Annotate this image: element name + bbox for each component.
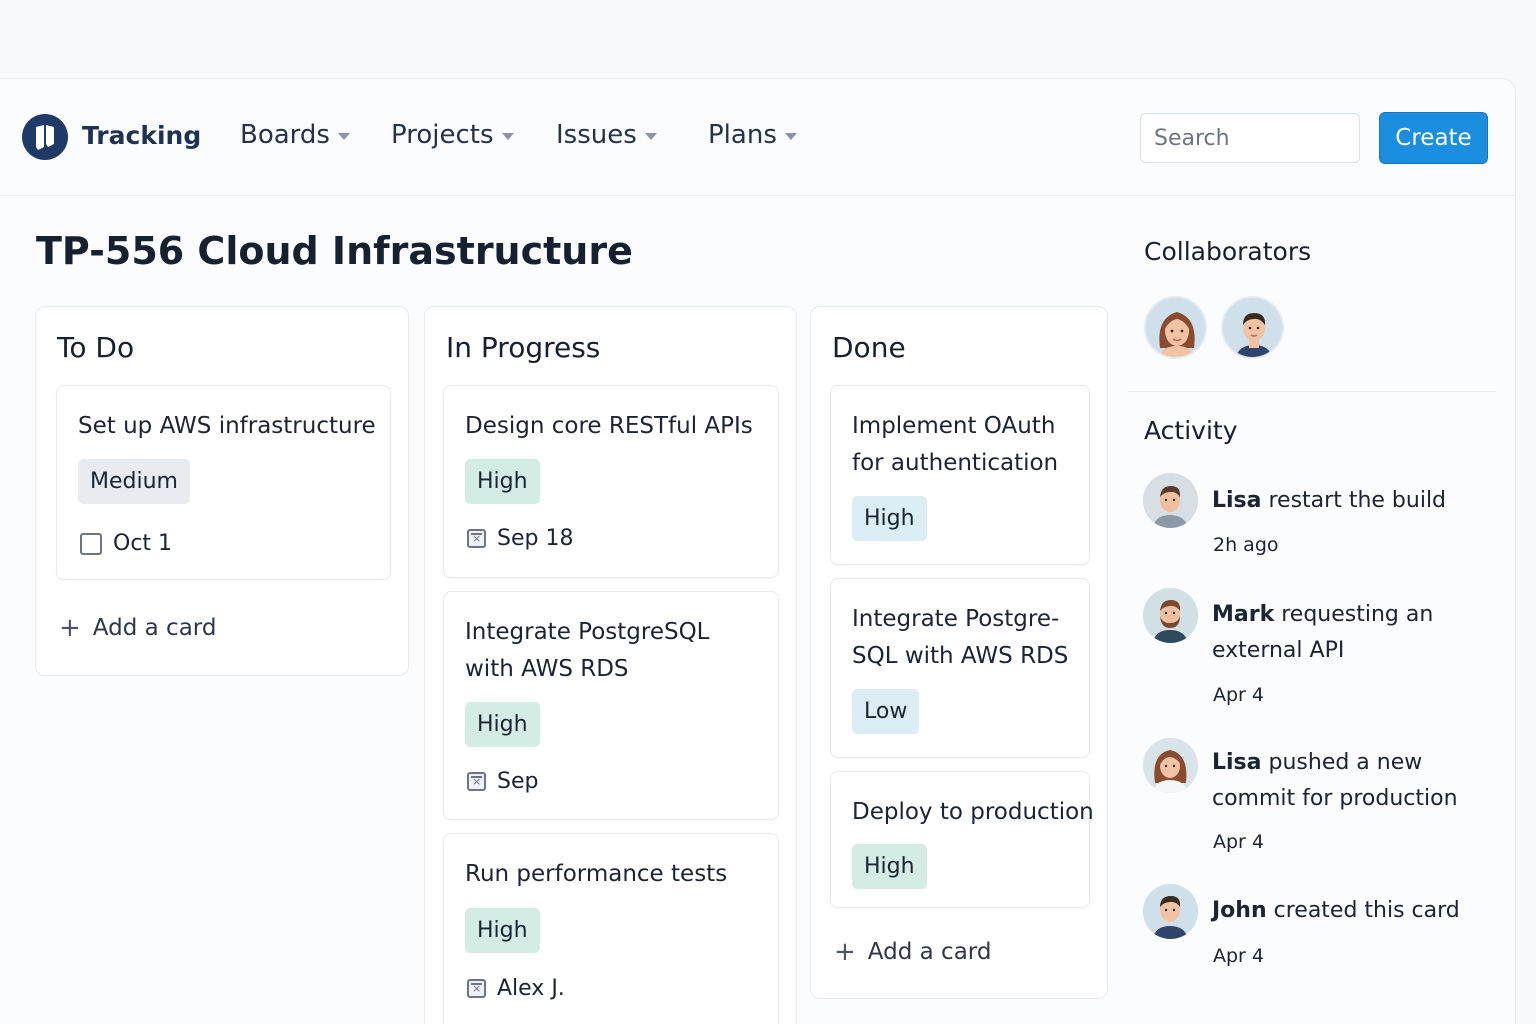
- activity-user: Lisa: [1212, 750, 1262, 775]
- app-frame: Tracking Boards Projects Issues Plans Cr…: [0, 78, 1516, 1024]
- card-meta: Sep 18: [467, 526, 573, 551]
- card-implement-oauth[interactable]: Implement OAuth for authentication High: [830, 385, 1090, 565]
- man-avatar[interactable]: [1221, 296, 1284, 359]
- card-title: Integrate PostgreSQL with AWS RDS: [465, 619, 710, 682]
- nav-boards[interactable]: Boards: [240, 120, 350, 150]
- card-title: Set up AWS infrastructure: [78, 413, 376, 439]
- due-date: Sep: [497, 769, 539, 794]
- card-title: Design core RESTful APIs: [465, 413, 753, 439]
- due-date: Oct 1: [113, 531, 173, 556]
- card-title: Deploy to production: [852, 799, 1094, 825]
- assignee: Alex J.: [497, 976, 565, 1001]
- bearded-man-avatar[interactable]: [1143, 588, 1198, 643]
- activity-time: Apr 4: [1213, 831, 1264, 853]
- activity-item: Lisa pushed a new commit for production: [1212, 750, 1458, 811]
- column-in-progress: In Progress Design core RESTful APIs Hig…: [424, 306, 797, 1024]
- card-run-performance-tests[interactable]: Run performance tests High Alex J.: [443, 833, 779, 1024]
- nav-projects[interactable]: Projects: [391, 120, 514, 150]
- activity-time: 2h ago: [1213, 534, 1279, 556]
- card-integrate-postgresql[interactable]: Integrate PostgreSQL with AWS RDS High S…: [443, 591, 779, 820]
- activity-item: Mark requesting an external API: [1212, 602, 1434, 663]
- activity-user: Lisa: [1212, 488, 1262, 513]
- sidebar-divider: [1128, 391, 1496, 392]
- calendar-icon: [467, 772, 486, 791]
- app-logo-icon[interactable]: [22, 114, 68, 160]
- collaborators-heading: Collaborators: [1144, 237, 1312, 266]
- card-design-apis[interactable]: Design core RESTful APIs High Sep 18: [443, 385, 779, 578]
- activity-item: John created this card: [1212, 898, 1460, 923]
- chevron-down-icon: [337, 133, 350, 140]
- card-meta: Oct 1: [80, 531, 172, 556]
- activity-heading: Activity: [1144, 416, 1238, 445]
- column-title: To Do: [57, 331, 135, 364]
- calendar-icon: [467, 529, 486, 548]
- nav-boards-label: Boards: [240, 120, 330, 150]
- nav-issues[interactable]: Issues: [556, 120, 657, 150]
- search-input[interactable]: [1140, 113, 1360, 163]
- priority-tag: High: [465, 459, 540, 504]
- activity-item: Lisa restart the build: [1212, 488, 1447, 513]
- page-title: TP-556 Cloud Infrastructure: [36, 229, 633, 273]
- card-meta: Sep: [467, 769, 538, 794]
- brand-name[interactable]: Tracking: [82, 121, 201, 150]
- card-title: Integrate Postgre- SQL with AWS RDS: [852, 606, 1069, 669]
- card-set-up-aws[interactable]: Set up AWS infrastructure Medium Oct 1: [56, 385, 391, 580]
- chevron-down-icon: [784, 133, 797, 140]
- priority-tag: High: [852, 844, 927, 889]
- card-title: Implement OAuth for authentication: [852, 413, 1059, 476]
- priority-tag: Medium: [78, 459, 190, 504]
- card-title: Run performance tests: [465, 861, 728, 887]
- plus-icon: +: [834, 937, 856, 967]
- plus-icon: +: [59, 613, 81, 643]
- activity-time: Apr 4: [1213, 945, 1264, 967]
- priority-tag: High: [465, 908, 540, 953]
- nav-issues-label: Issues: [556, 120, 637, 150]
- card-deploy-to-production[interactable]: Deploy to production High: [830, 771, 1094, 908]
- column-done: Done Implement OAuth for authentication …: [810, 306, 1108, 999]
- man-avatar[interactable]: [1143, 473, 1198, 528]
- woman-avatar[interactable]: [1144, 296, 1207, 359]
- column-to-do: To Do Set up AWS infrastructure Medium O…: [35, 306, 409, 676]
- column-title: Done: [832, 331, 906, 364]
- priority-tag: Low: [852, 689, 920, 734]
- nav-projects-label: Projects: [391, 120, 494, 150]
- add-card-label: Add a card: [867, 939, 992, 965]
- nav-plans-label: Plans: [708, 120, 777, 150]
- activity-time: Apr 4: [1213, 684, 1264, 706]
- man-avatar[interactable]: [1143, 884, 1198, 939]
- top-bar: Tracking Boards Projects Issues Plans Cr…: [0, 79, 1516, 196]
- due-date: Sep 18: [497, 526, 574, 551]
- activity-user: Mark: [1212, 602, 1275, 627]
- card-meta: Alex J.: [467, 976, 565, 1001]
- add-card-label: Add a card: [92, 615, 217, 641]
- nav-plans[interactable]: Plans: [708, 120, 797, 150]
- create-button[interactable]: Create: [1379, 112, 1488, 164]
- chevron-down-icon: [644, 133, 657, 140]
- add-card-button[interactable]: + Add a card: [59, 615, 216, 641]
- checkbox-icon[interactable]: [80, 532, 102, 555]
- chevron-down-icon: [501, 133, 514, 140]
- priority-tag: High: [465, 702, 540, 747]
- woman-avatar[interactable]: [1143, 738, 1198, 793]
- activity-user: John: [1212, 898, 1267, 923]
- card-integrate-postgre-sql[interactable]: Integrate Postgre- SQL with AWS RDS Low: [830, 578, 1090, 758]
- add-card-button[interactable]: + Add a card: [834, 939, 991, 965]
- priority-tag: High: [852, 496, 927, 541]
- calendar-icon: [467, 979, 486, 998]
- column-title: In Progress: [446, 331, 601, 364]
